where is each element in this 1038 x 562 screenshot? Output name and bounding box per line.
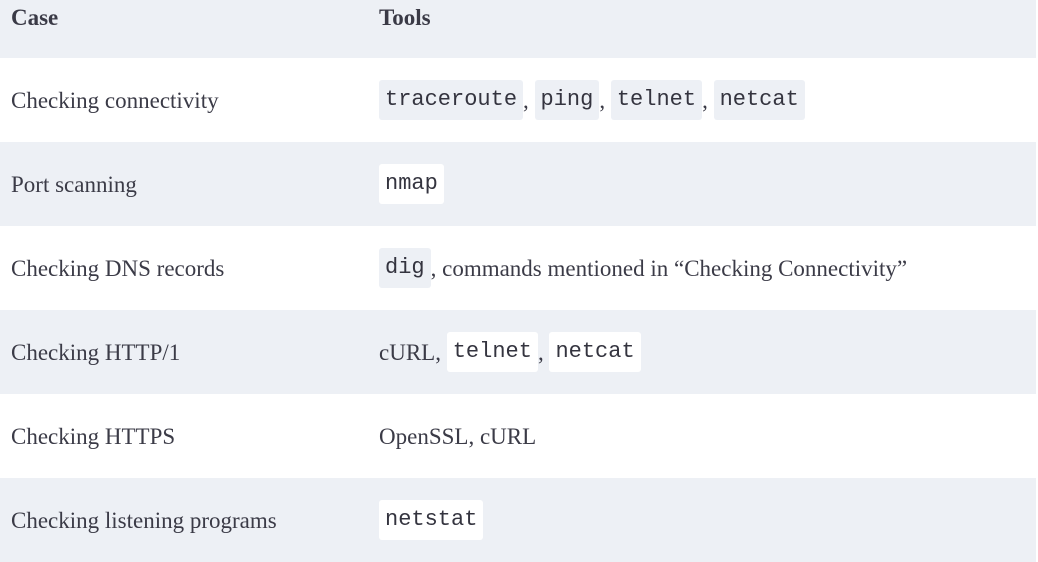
tool-code: netstat <box>379 500 484 540</box>
tool-text: , <box>537 339 550 365</box>
tool-code: netcat <box>549 332 641 372</box>
header-tools: Tools <box>379 5 431 30</box>
tool-text: OpenSSL, cURL <box>379 423 537 449</box>
case-cell: Checking connectivity <box>11 87 219 113</box>
tools-cell: nmap <box>368 142 1036 226</box>
case-cell: Port scanning <box>11 171 137 197</box>
table-row: Checking listening programs netstat <box>0 478 1036 562</box>
table-row: Checking DNS records dig, commands menti… <box>0 226 1036 310</box>
tool-text: , <box>702 87 714 113</box>
tool-code: nmap <box>379 164 444 204</box>
tool-code: telnet <box>610 80 703 120</box>
case-cell: Checking HTTP/1 <box>11 339 181 365</box>
table-row: Checking connectivity traceroute, ping, … <box>0 58 1036 142</box>
table-header-row: Case Tools <box>0 0 1036 58</box>
tool-text: cURL, <box>379 339 447 365</box>
tools-cell: traceroute, ping, telnet, netcat <box>368 58 1036 142</box>
tools-table: Case Tools Checking connectivity tracero… <box>0 0 1036 562</box>
tools-cell: dig, commands mentioned in “Checking Con… <box>368 226 1036 310</box>
tool-code: netcat <box>713 80 805 120</box>
tool-text: , commands mentioned in “Checking Connec… <box>430 255 908 281</box>
tool-code: traceroute <box>379 80 524 120</box>
tools-cell: OpenSSL, cURL <box>368 394 1036 478</box>
case-cell: Checking HTTPS <box>11 423 176 449</box>
header-case: Case <box>11 5 59 30</box>
table-body: Checking connectivity traceroute, ping, … <box>0 58 1036 562</box>
tool-code: dig <box>379 248 431 288</box>
tools-cell: netstat <box>368 478 1036 562</box>
case-cell: Checking listening programs <box>11 507 277 533</box>
case-cell: Checking DNS records <box>11 255 225 281</box>
tool-text: , <box>523 87 535 113</box>
tools-cell: cURL, telnet, netcat <box>368 310 1036 394</box>
table-row: Checking HTTPS OpenSSL, cURL <box>0 394 1036 478</box>
tool-code: telnet <box>446 332 538 372</box>
tool-code: ping <box>534 80 600 120</box>
table-row: Checking HTTP/1 cURL, telnet, netcat <box>0 310 1036 394</box>
table-row: Port scanning nmap <box>0 142 1036 226</box>
tool-text: , <box>599 87 611 113</box>
